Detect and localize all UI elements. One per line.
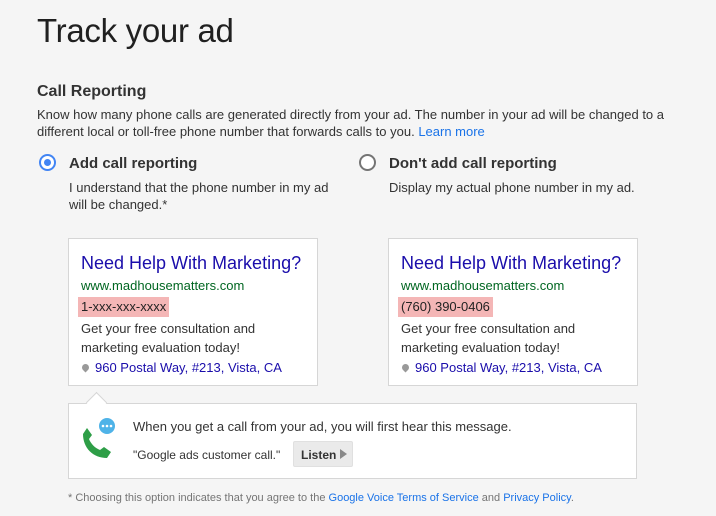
option-description: I understand that the phone number in my… <box>69 180 329 212</box>
ad-description: Get your free consultation and marketing… <box>81 321 256 355</box>
description-text: Know how many phone calls are generated … <box>37 107 665 139</box>
option-label[interactable]: Add call reporting <box>69 155 197 172</box>
ad-location: 960 Postal Way, #213, Vista, CA <box>400 359 625 376</box>
google-voice-terms-link[interactable]: Google Voice Terms of Service <box>329 492 479 504</box>
radio-add-call-reporting[interactable] <box>39 154 56 171</box>
page-title: Track your ad <box>37 12 234 49</box>
footnote-prefix: * Choosing this option indicates that yo… <box>68 492 329 504</box>
location-pin-icon <box>400 362 411 373</box>
footnote-suffix: . <box>570 492 574 504</box>
option-label[interactable]: Don't add call reporting <box>389 155 557 172</box>
ad-phone-number: (760) 390-0406 <box>398 297 493 317</box>
listen-button[interactable]: Listen <box>293 441 353 467</box>
ad-display-url: www.madhousematters.com <box>401 278 565 293</box>
call-message-quote: "Google ads customer call." <box>133 448 281 462</box>
section-title: Call Reporting <box>37 83 147 100</box>
ad-phone-number: 1-xxx-xxx-xxxx <box>78 297 170 317</box>
ad-display-url: www.madhousematters.com <box>81 278 245 293</box>
call-reporting-description: Know how many phone calls are generated … <box>37 106 677 140</box>
call-message-text: When you get a call from your ad, you wi… <box>133 419 512 434</box>
ad-preview-actual-number: Need Help With Marketing? www.madhousema… <box>388 238 638 386</box>
play-icon <box>340 449 347 459</box>
location-pin-icon <box>80 362 91 373</box>
ad-headline: Need Help With Marketing? <box>81 253 302 273</box>
ad-location-text: 960 Postal Way, #213, Vista, CA <box>415 360 602 375</box>
footnote-middle: and <box>478 492 504 504</box>
terms-footnote: * Choosing this option indicates that yo… <box>68 492 574 504</box>
option-description: Display my actual phone number in my ad. <box>389 180 635 195</box>
ad-preview-call-reporting: Need Help With Marketing? www.madhousema… <box>68 238 318 386</box>
panel-pointer <box>85 391 108 414</box>
ad-location-text: 960 Postal Way, #213, Vista, CA <box>95 360 282 375</box>
listen-button-label: Listen <box>301 448 337 462</box>
call-message-panel: When you get a call from your ad, you wi… <box>68 391 637 479</box>
google-voice-icon <box>83 418 115 458</box>
radio-dont-add-call-reporting[interactable] <box>359 154 376 171</box>
ad-headline: Need Help With Marketing? <box>401 253 622 273</box>
learn-more-link[interactable]: Learn more <box>418 124 484 139</box>
privacy-policy-link[interactable]: Privacy Policy <box>503 492 571 504</box>
ad-description: Get your free consultation and marketing… <box>401 321 576 355</box>
ad-location: 960 Postal Way, #213, Vista, CA <box>80 359 305 376</box>
